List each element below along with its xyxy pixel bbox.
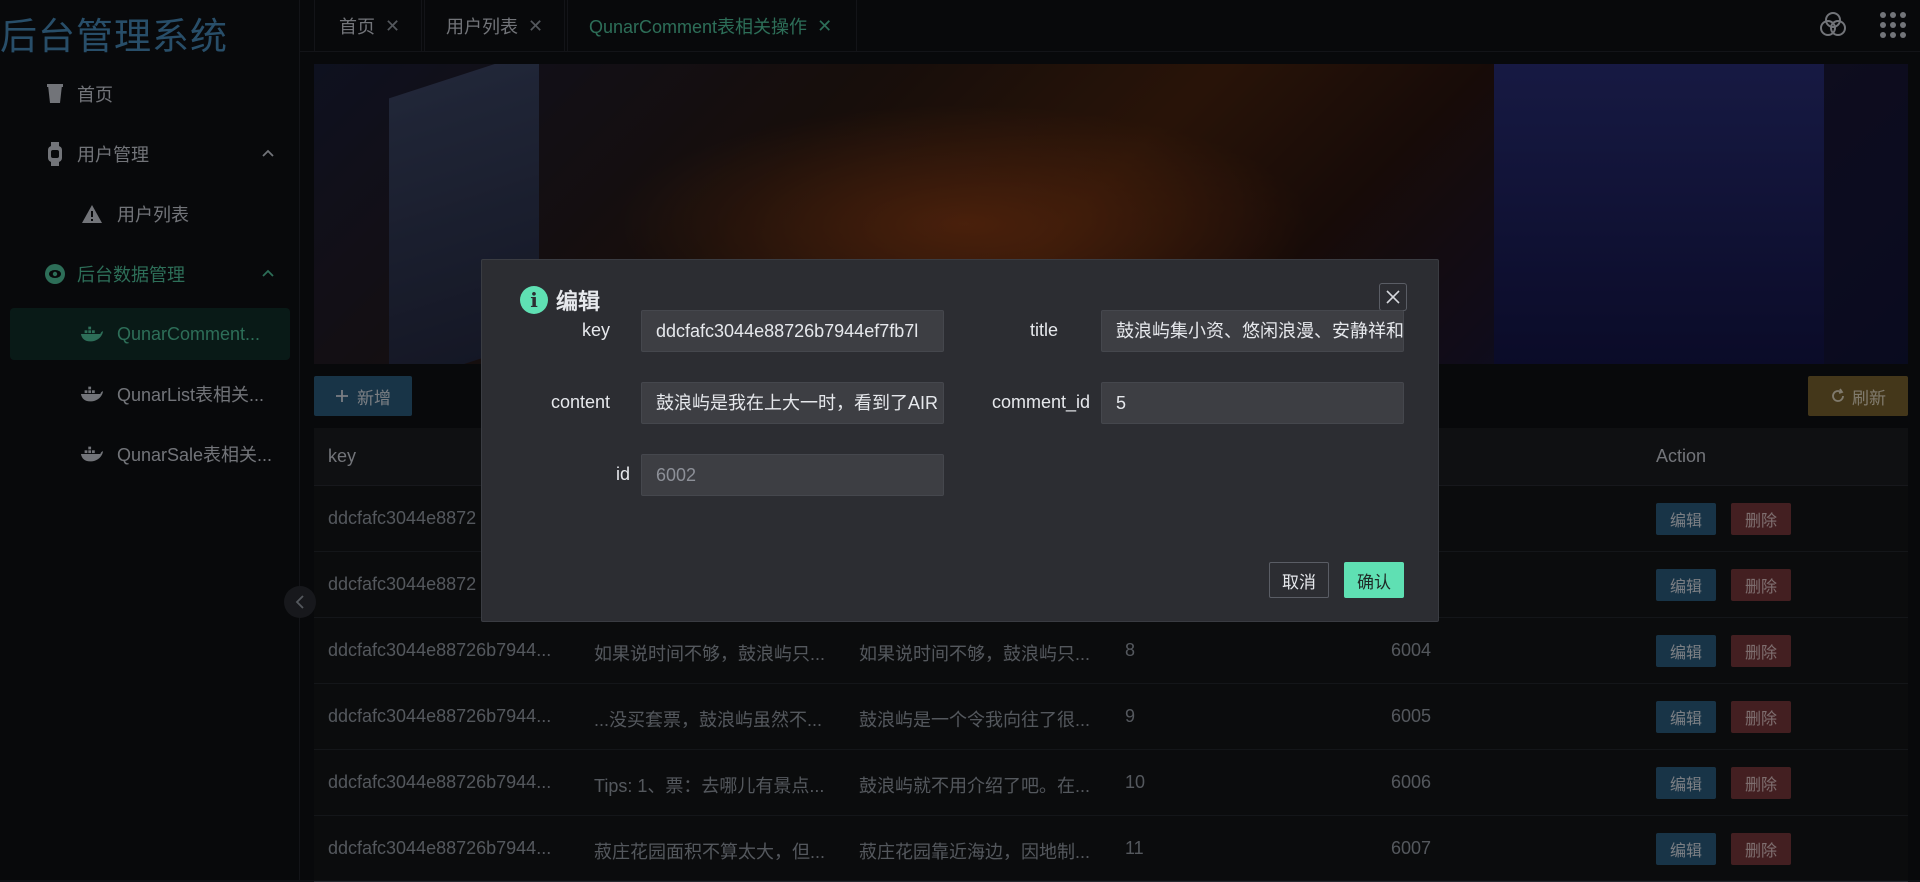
title-label: title (1029, 320, 1058, 340)
close-button[interactable] (1379, 283, 1407, 311)
dialog-title-text: 编辑 (556, 289, 601, 314)
id-label: id (615, 464, 630, 484)
title-field[interactable]: 鼓浪屿集小资、悠闲浪漫、安静祥和 (1101, 310, 1404, 352)
comment-id-field[interactable]: 5 (1101, 382, 1404, 424)
edit-dialog: i 编辑 key ddcfafc3044e88726b7944ef7fb7l t… (481, 259, 1439, 622)
cancel-button[interactable]: 取消 (1269, 562, 1329, 598)
content-label: content (550, 392, 610, 412)
confirm-button[interactable]: 确认 (1344, 562, 1404, 598)
key-label: key (582, 320, 611, 340)
close-icon (1386, 290, 1400, 304)
key-field[interactable]: ddcfafc3044e88726b7944ef7fb7l (641, 310, 944, 352)
dialog-title: i 编辑 (520, 284, 600, 316)
comment-id-label: comment_id (991, 392, 1090, 412)
id-field[interactable]: 6002 (641, 454, 944, 496)
content-field[interactable]: 鼓浪屿是我在上大一时，看到了AIR (641, 382, 944, 424)
info-icon: i (520, 286, 548, 314)
